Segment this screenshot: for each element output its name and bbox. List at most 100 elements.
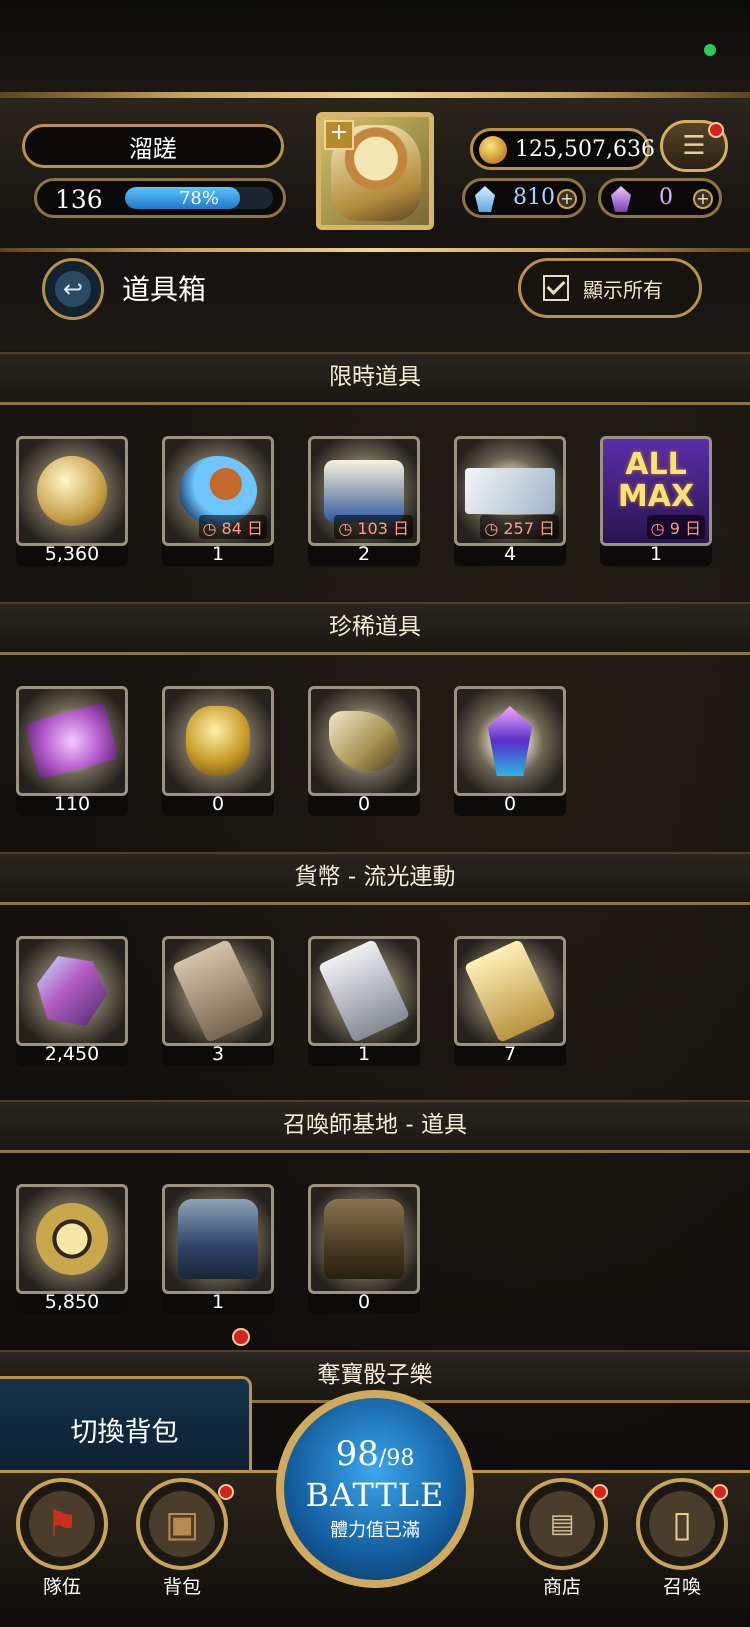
inventory-item[interactable]: 5,360 bbox=[16, 436, 128, 566]
item-frame bbox=[308, 1184, 420, 1294]
online-indicator bbox=[704, 44, 716, 56]
player-avatar[interactable]: + bbox=[316, 112, 434, 230]
summon-badge bbox=[712, 1484, 728, 1500]
coin-value: 125,507,636 bbox=[515, 137, 655, 162]
inventory-item[interactable]: ◷ 257 日4 bbox=[454, 436, 566, 566]
timer-value: 84 日 bbox=[221, 519, 263, 538]
item-frame bbox=[308, 686, 420, 796]
item-frame: ALL MAX ◷ 9 日 bbox=[600, 436, 712, 546]
inventory-item[interactable]: 2,450 bbox=[16, 936, 128, 1066]
item-frame bbox=[16, 1184, 128, 1294]
item-frame bbox=[162, 686, 274, 796]
switch-bag-label: 切換背包 bbox=[70, 1416, 179, 1448]
gem-value: 810 bbox=[513, 185, 555, 210]
pink-card-icon bbox=[24, 702, 120, 780]
inventory-item[interactable]: ◷ 84 日1 bbox=[162, 436, 274, 566]
crystal-counter: 0 + bbox=[598, 178, 722, 218]
checkbox-checked-icon bbox=[543, 275, 569, 301]
inventory-item[interactable]: 3 bbox=[162, 936, 274, 1066]
expiry-timer: ◷ 257 日 bbox=[480, 515, 559, 539]
ticket-icon bbox=[465, 468, 555, 514]
inventory-item[interactable]: 1 bbox=[308, 936, 420, 1066]
silver-card-icon bbox=[317, 939, 411, 1043]
stamina-max: /98 bbox=[378, 1446, 415, 1471]
coin-counter: 125,507,636 bbox=[470, 128, 655, 170]
inventory-item[interactable]: ◷ 103 日2 bbox=[308, 436, 420, 566]
clock-icon: ◷ bbox=[650, 519, 670, 538]
nav-team-label: 隊伍 bbox=[42, 1576, 81, 1598]
crystal-icon bbox=[611, 186, 631, 212]
item-frame bbox=[308, 936, 420, 1046]
show-all-toggle[interactable]: 顯示所有 bbox=[518, 258, 702, 318]
inventory-item[interactable]: 0 bbox=[308, 686, 420, 816]
blue-backpack-icon bbox=[178, 1199, 258, 1279]
inventory-item[interactable]: ALL MAX ◷ 9 日1 bbox=[600, 436, 712, 566]
item-frame bbox=[162, 1184, 274, 1294]
add-crystals-button[interactable]: + bbox=[693, 189, 713, 209]
switch-bag-badge bbox=[232, 1328, 250, 1346]
battle-label: BATTLE bbox=[305, 1476, 445, 1514]
menu-notification-badge bbox=[708, 122, 724, 138]
horn-shell-icon bbox=[329, 711, 399, 771]
nav-bag[interactable]: ▣ 背包 bbox=[132, 1478, 232, 1599]
page-title: 道具箱 bbox=[122, 273, 207, 306]
exp-percent: 78% bbox=[178, 188, 219, 209]
coin-medal-icon bbox=[37, 456, 107, 526]
nav-shop-label: 商店 bbox=[542, 1576, 581, 1598]
item-frame bbox=[454, 936, 566, 1046]
player-name: 溜蹉 bbox=[22, 124, 284, 168]
item-frame: ◷ 257 日 bbox=[454, 436, 566, 546]
battle-button[interactable]: 98/98 BATTLE 體力值已滿 bbox=[276, 1390, 474, 1588]
inventory-item[interactable]: 5,850 bbox=[16, 1184, 128, 1314]
item-frame bbox=[454, 686, 566, 796]
switch-bag-button[interactable]: 切換背包 bbox=[0, 1376, 252, 1482]
inventory-item[interactable]: 110 bbox=[16, 686, 128, 816]
inventory-item[interactable]: 0 bbox=[308, 1184, 420, 1314]
add-gems-button[interactable]: + bbox=[557, 189, 577, 209]
treasure-chest-icon bbox=[324, 460, 404, 522]
stamina-value: 98 bbox=[335, 1434, 379, 1474]
menu-icon: ☰ bbox=[682, 131, 706, 161]
stamina-display: 98/98 bbox=[284, 1434, 466, 1474]
title-row: ↩ 道具箱 顯示所有 bbox=[0, 250, 750, 342]
bronze-card-icon bbox=[171, 939, 265, 1043]
nav-team[interactable]: ⚑ 隊伍 bbox=[12, 1478, 112, 1599]
shop-badge bbox=[592, 1484, 608, 1500]
clock-icon: ◷ bbox=[202, 519, 222, 538]
inventory-item[interactable]: 0 bbox=[454, 686, 566, 816]
prism-gem-icon bbox=[37, 956, 107, 1026]
bag-badge bbox=[218, 1484, 234, 1500]
inventory-item[interactable]: 7 bbox=[454, 936, 566, 1066]
section-header: 貨幣 - 流光連動 bbox=[0, 852, 750, 905]
level-plate: 136 78% bbox=[34, 178, 286, 218]
avatar-plus-icon: + bbox=[324, 120, 354, 150]
section-header: 限時道具 bbox=[0, 352, 750, 405]
inventory-item[interactable]: 0 bbox=[162, 686, 274, 816]
inventory-item[interactable]: 1 bbox=[162, 1184, 274, 1314]
timer-value: 103 日 bbox=[357, 519, 409, 538]
expiry-timer: ◷ 84 日 bbox=[198, 515, 267, 539]
red-flag-icon: ⚑ bbox=[16, 1478, 108, 1570]
gold-card-icon bbox=[463, 939, 557, 1043]
diamond-icon bbox=[475, 186, 495, 212]
brown-backpack-icon bbox=[324, 1199, 404, 1279]
nav-bag-label: 背包 bbox=[162, 1576, 201, 1598]
back-button[interactable]: ↩ bbox=[42, 258, 104, 320]
turtle-coin-icon bbox=[36, 1203, 108, 1275]
item-frame: ◷ 103 日 bbox=[308, 436, 420, 546]
player-level: 136 bbox=[55, 185, 103, 214]
stamina-status: 體力值已滿 bbox=[330, 1520, 420, 1541]
nav-summon-label: 召喚 bbox=[662, 1576, 701, 1598]
header-frame bbox=[0, 92, 750, 98]
backpack-icon: ▣ bbox=[136, 1478, 228, 1570]
exp-bar: 78% bbox=[125, 187, 273, 209]
timer-value: 257 日 bbox=[503, 519, 555, 538]
coin-icon bbox=[479, 136, 507, 164]
item-frame bbox=[16, 686, 128, 796]
gem-counter: 810 + bbox=[462, 178, 586, 218]
item-frame bbox=[16, 436, 128, 546]
item-frame bbox=[16, 936, 128, 1046]
expiry-timer: ◷ 9 日 bbox=[646, 515, 705, 539]
expiry-timer: ◷ 103 日 bbox=[334, 515, 413, 539]
item-frame bbox=[162, 936, 274, 1046]
